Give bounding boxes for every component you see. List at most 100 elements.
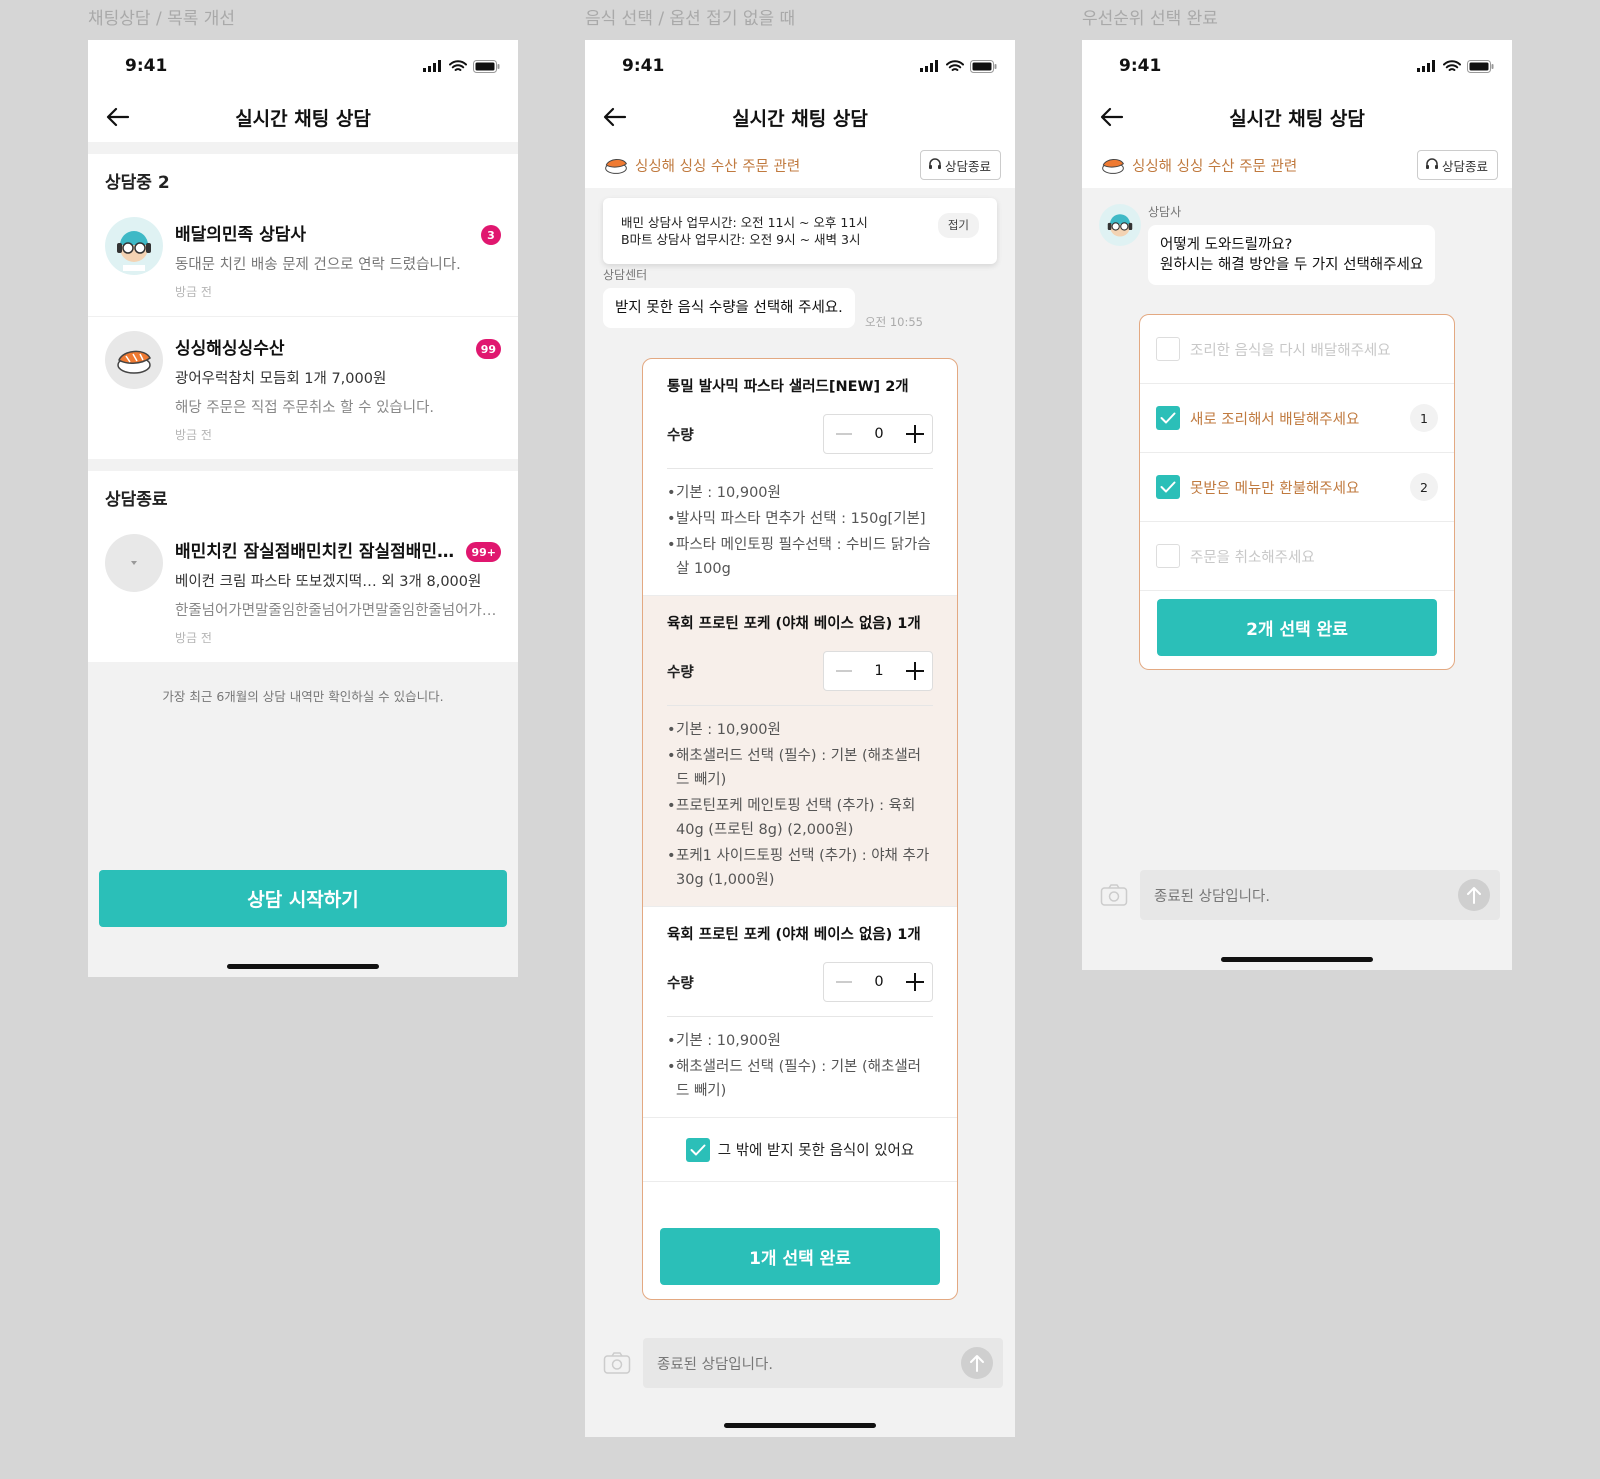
food-item-title: 육회 프로틴 포케 (야채 베이스 없음) 1개: [667, 927, 921, 943]
agent-avatar-icon: [1099, 204, 1141, 246]
chat-row-name: 배민치킨 잠실점배민치킨 잠실점배민치킨: [175, 542, 469, 562]
quantity-stepper: 0: [823, 962, 933, 1002]
qty-label: 수량: [667, 427, 694, 444]
signal-icon: [920, 60, 938, 72]
frame-caption-list: 채팅상담 / 목록 개선: [88, 9, 236, 29]
status-time: 9:41: [125, 56, 168, 76]
order-strip: 싱싱해 싱싱 수산 주문 관련 상담종료: [1082, 142, 1512, 188]
food-option: 해초샐러드 선택 (필수) : 기본 (해초샐러드 빼기): [667, 1055, 933, 1103]
camera-icon[interactable]: [1100, 883, 1128, 907]
choice-recook[interactable]: 새로 조리해서 배달해주세요 1: [1140, 384, 1454, 453]
choice-refund[interactable]: 못받은 메뉴만 환불해주세요 2: [1140, 453, 1454, 522]
unread-badge: 3: [481, 225, 501, 245]
food-option: 기본 : 10,900원: [667, 481, 933, 505]
chat-row-time: 방금 전: [175, 285, 212, 299]
status-bar: 9:41: [88, 40, 518, 92]
qty-label: 수량: [667, 664, 694, 681]
fold-button[interactable]: 접기: [937, 213, 979, 238]
headset-icon: [928, 158, 941, 169]
camera-icon[interactable]: [603, 1351, 631, 1375]
wifi-icon: [449, 59, 467, 71]
plus-icon[interactable]: [905, 662, 924, 680]
status-bar: 9:41: [1082, 40, 1512, 92]
start-chat-button[interactable]: 상담 시작하기: [99, 870, 507, 927]
end-chat-button[interactable]: 상담종료: [1416, 150, 1498, 180]
message-input[interactable]: 종료된 상담입니다.: [1140, 870, 1500, 920]
chat-row-preview: 한줄넘어가면말줄임한줄넘어가면말줄임한줄넘어가면말줄임: [175, 603, 501, 619]
phone-chat-list: 9:41 실시간 채팅 상담 상담중 2 배달의민족 상담사 동대문 치킨 배송…: [88, 40, 518, 977]
headset-icon: [1425, 158, 1438, 169]
checkbox-checked-icon[interactable]: [1156, 475, 1180, 499]
extra-food-label: 그 밖에 받지 못한 음식이 있어요: [717, 1143, 915, 1159]
send-arrow-icon[interactable]: [1458, 879, 1490, 911]
frame-caption-food: 음식 선택 / 옵션 접기 없을 때: [585, 9, 796, 29]
back-arrow-icon[interactable]: [601, 103, 629, 131]
active-section-header: 상담중 2: [105, 173, 170, 193]
priority-rank-badge: 2: [1410, 473, 1438, 501]
back-arrow-icon[interactable]: [1098, 103, 1126, 131]
order-title: 싱싱해 싱싱 수산 주문 관련: [1132, 158, 1298, 175]
chat-row-preview: 동대문 치킨 배송 문제 건으로 연락 드렸습니다.: [175, 257, 461, 273]
battery-icon: [1467, 59, 1494, 73]
chat-row-closed[interactable]: 배민치킨 잠실점배민치킨 잠실점배민치킨 베이컨 크림 파스타 또보겠지떡… 외…: [88, 520, 518, 662]
checkbox-unchecked-icon[interactable]: [1156, 337, 1180, 361]
food-option: 기본 : 10,900원: [667, 1029, 933, 1053]
plus-icon[interactable]: [905, 425, 924, 443]
nav-bar: 실시간 채팅 상담: [1082, 92, 1512, 142]
sender-name: 상담센터: [603, 268, 648, 282]
order-strip: 싱싱해 싱싱 수산 주문 관련 상담종료: [585, 142, 1015, 188]
frame-caption-priority: 우선순위 선택 완료: [1082, 9, 1218, 29]
choice-label: 조리한 음식을 다시 배달해주세요: [1190, 342, 1391, 359]
message-composer: 종료된 상담입니다.: [1100, 870, 1500, 920]
confirm-priority-button[interactable]: 2개 선택 완료: [1157, 599, 1437, 656]
minus-icon[interactable]: [836, 433, 852, 435]
notice-line: 배민 상담사 업무시간: 오전 11시 ~ 오후 11시: [621, 215, 868, 230]
send-arrow-icon[interactable]: [961, 1347, 993, 1379]
signal-icon: [423, 60, 441, 72]
status-time: 9:41: [622, 56, 665, 76]
extra-food-row[interactable]: 그 밖에 받지 못한 음식이 있어요: [643, 1118, 957, 1182]
food-item: 통밀 발사믹 파스타 샐러드[NEW] 2개 수량 0 기본 : 10,900원…: [643, 359, 957, 596]
food-item-title: 육회 프로틴 포케 (야채 베이스 없음) 1개: [667, 616, 921, 632]
food-option: 파스타 메인토핑 필수선택 : 수비드 닭가슴살 100g: [667, 533, 933, 581]
sender-name: 상담사: [1148, 205, 1182, 219]
signal-icon: [1417, 60, 1435, 72]
food-options: 기본 : 10,900원 발사믹 파스타 면추가 선택 : 150g[기본] 파…: [667, 481, 933, 581]
nav-bar: 실시간 채팅 상담: [88, 92, 518, 142]
plus-icon[interactable]: [905, 973, 924, 991]
checkbox-checked-icon[interactable]: [1156, 406, 1180, 430]
food-item-title: 통밀 발사믹 파스타 샐러드[NEW] 2개: [667, 379, 909, 395]
minus-icon[interactable]: [836, 670, 852, 672]
back-arrow-icon[interactable]: [104, 103, 132, 131]
confirm-selection-button[interactable]: 1개 선택 완료: [660, 1228, 940, 1285]
active-section: 상담중 2 배달의민족 상담사 동대문 치킨 배송 문제 건으로 연락 드렸습니…: [88, 154, 518, 459]
battery-icon: [473, 59, 500, 73]
history-footnote: 가장 최근 6개월의 상담 내역만 확인하실 수 있습니다.: [162, 689, 444, 704]
home-indicator: [724, 1423, 876, 1428]
choice-cancel[interactable]: 주문을 취소해주세요: [1140, 522, 1454, 591]
chat-row-store[interactable]: 싱싱해싱싱수산 광어우럭참치 모듬회 1개 7,000원 해당 주문은 직접 주…: [88, 316, 518, 459]
chat-row-agent[interactable]: 배달의민족 상담사 동대문 치킨 배송 문제 건으로 연락 드렸습니다. 방금 …: [88, 203, 518, 316]
food-option: 발사믹 파스타 면추가 선택 : 150g[기본]: [667, 507, 933, 531]
choice-label: 새로 조리해서 배달해주세요: [1190, 411, 1360, 428]
checkbox-checked-icon[interactable]: [685, 1137, 710, 1162]
chat-row-time: 방금 전: [175, 428, 212, 442]
message-time: 오전 10:55: [865, 315, 923, 329]
closed-section: 상담종료 배민치킨 잠실점배민치킨 잠실점배민치킨 베이컨 크림 파스타 또보겠…: [88, 471, 518, 662]
message-composer: 종료된 상담입니다.: [603, 1338, 1003, 1388]
quantity-value: 0: [874, 426, 884, 442]
food-select-card: 통밀 발사믹 파스타 샐러드[NEW] 2개 수량 0 기본 : 10,900원…: [642, 358, 958, 1300]
choice-redeliver[interactable]: 조리한 음식을 다시 배달해주세요: [1140, 315, 1454, 384]
qty-label: 수량: [667, 975, 694, 992]
chat-row-order: 베이컨 크림 파스타 또보겠지떡… 외 3개 8,000원: [175, 574, 482, 590]
end-chat-label: 상담종료: [1441, 158, 1488, 174]
status-icons: [423, 59, 500, 73]
message-input[interactable]: 종료된 상담입니다.: [643, 1338, 1003, 1388]
business-hours-notice: 배민 상담사 업무시간: 오전 11시 ~ 오후 11시 B마트 상담사 업무시…: [603, 198, 997, 264]
minus-icon[interactable]: [836, 981, 852, 983]
end-chat-button[interactable]: 상담종료: [919, 150, 1001, 180]
status-icons: [920, 59, 997, 73]
food-item: 육회 프로틴 포케 (야채 베이스 없음) 1개 수량 0 기본 : 10,90…: [643, 907, 957, 1118]
checkbox-unchecked-icon[interactable]: [1156, 544, 1180, 568]
sushi-icon: [1102, 159, 1124, 174]
